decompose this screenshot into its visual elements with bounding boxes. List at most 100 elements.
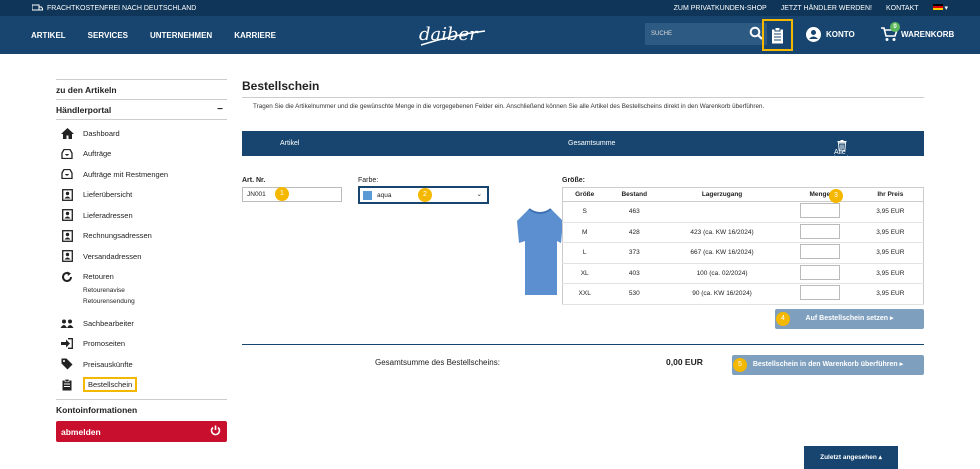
contact-card-icon <box>61 188 73 201</box>
color-value: aqua <box>377 192 392 200</box>
farbe-label: Farbe: <box>358 177 379 184</box>
col-groesse: Größe <box>562 187 607 202</box>
sidebar-item-rechnungsadressen[interactable]: Rechnungsadressen <box>56 226 227 247</box>
chevron-right-icon: ▸ <box>889 315 894 322</box>
quantity-input-xxl[interactable] <box>799 285 840 301</box>
sign-in-icon <box>61 338 73 350</box>
chevron-up-icon: ▴ <box>878 454 882 461</box>
table-row: XXL 530 90 (ca. KW 16/2024) 3,95 EUR <box>562 283 924 305</box>
main-navbar: ARTIKEL SERVICES UNTERNEHMEN KARRIERE da… <box>0 16 980 54</box>
back-to-articles-link[interactable]: zu den Artikeln <box>56 79 227 100</box>
art-nr-label: Art. Nr. <box>242 177 266 184</box>
search-icon[interactable] <box>749 26 763 40</box>
daiber-logo[interactable]: daiber <box>417 21 487 49</box>
collapse-icon[interactable]: − <box>217 104 223 115</box>
shipping-text: FRACHTKOSTENFREI NACH DEUTSCHLAND <box>47 4 197 12</box>
groesse-label: Größe: <box>562 177 585 184</box>
table-row: L 373 667 (ca. KW 16/2024) 3,95 EUR <box>562 242 924 264</box>
col-ihr-preis: Ihr Preis <box>857 187 924 202</box>
sidebar: zu den Artikeln Händlerportal − Dashboar… <box>56 79 227 442</box>
users-icon <box>60 319 74 328</box>
intro-text: Tragen Sie die Artikelnummer und die gew… <box>253 103 765 110</box>
nav-artikel[interactable]: ARTIKEL <box>31 31 66 40</box>
quantity-input-l[interactable] <box>799 244 840 260</box>
nav-services[interactable]: SERVICES <box>88 31 128 40</box>
chevron-down-icon: ▾ <box>944 5 948 12</box>
col-menge: Menge <box>781 187 858 202</box>
sidebar-subitem-retourenavise[interactable]: Retourenavise <box>56 287 227 298</box>
shipping-info: FRACHTKOSTENFREI NACH DEUTSCHLAND <box>32 4 196 12</box>
order-table-header: Artikel Gesamtsumme Alle löschen <box>242 131 924 163</box>
sidebar-item-lieferuebersicht[interactable]: Lieferübersicht <box>56 185 227 206</box>
search-input[interactable]: SUCHE <box>651 31 672 37</box>
color-swatch <box>363 191 372 200</box>
size-table: Größe Bestand Lagerzugang Menge Ihr Prei… <box>562 187 924 305</box>
search-box[interactable]: SUCHE <box>645 23 767 45</box>
user-icon <box>806 27 821 42</box>
language-selector[interactable]: ▾ <box>932 4 948 12</box>
account-label: KONTO <box>826 30 855 39</box>
article-number-input[interactable]: JN001 <box>242 187 342 202</box>
sidebar-item-restmengen[interactable]: Aufträge mit Restmengen <box>56 164 227 185</box>
size-table-header-row: Größe Bestand Lagerzugang Menge Ihr Prei… <box>562 187 924 202</box>
sidebar-item-versandadressen[interactable]: Versandadressen <box>56 246 227 267</box>
account-link[interactable]: KONTO <box>806 27 855 42</box>
quantity-input-s[interactable] <box>799 203 840 219</box>
haendlerportal-heading[interactable]: Händlerportal − <box>56 100 227 120</box>
quantity-input-xl[interactable] <box>799 264 840 280</box>
total-label: Gesamtsumme des Bestellscheins: <box>375 358 500 367</box>
step-2-badge: 2 <box>418 188 432 202</box>
logout-button[interactable]: abmelden <box>56 421 227 442</box>
kontoinformationen-heading[interactable]: Kontoinformationen <box>56 399 227 421</box>
privatkunden-link[interactable]: ZUM PRIVATKUNDEN-SHOP <box>674 5 767 12</box>
clear-all-button[interactable]: Alle löschen <box>834 140 858 163</box>
top-bar: FRACHTKOSTENFREI NACH DEUTSCHLAND ZUM PR… <box>0 0 980 16</box>
step-4-badge: 4 <box>776 312 790 326</box>
sidebar-item-lieferadressen[interactable]: Lieferadressen <box>56 205 227 226</box>
tag-icon <box>61 358 73 370</box>
sidebar-item-sachbearbeiter[interactable]: Sachbearbeiter <box>56 313 227 334</box>
truck-icon <box>32 4 43 11</box>
inbox-icon <box>61 148 73 159</box>
nav-karriere[interactable]: KARRIERE <box>234 31 276 40</box>
inbox-icon <box>61 169 73 180</box>
quantity-input-m[interactable] <box>799 223 840 239</box>
col-lagerzugang: Lagerzugang <box>662 187 782 202</box>
haendler-werden-link[interactable]: JETZT HÄNDLER WERDEN! <box>781 5 872 12</box>
table-row: XL 403 100 (ca. 02/2024) 3,95 EUR <box>562 263 924 284</box>
sidebar-subitem-retourensendung[interactable]: Retourensendung <box>56 298 227 309</box>
contact-card-icon <box>61 229 73 242</box>
nav-unternehmen[interactable]: UNTERNEHMEN <box>150 31 212 40</box>
sidebar-item-preisauskuenfte[interactable]: Preisauskünfte <box>56 354 227 375</box>
tshirt-product-image <box>517 208 563 295</box>
recently-viewed-tab[interactable]: Zuletzt angesehen ▴ <box>804 446 898 469</box>
home-icon <box>60 127 74 139</box>
return-icon <box>62 271 72 282</box>
contact-card-icon <box>61 209 73 222</box>
main-content: Bestellschein Tragen Sie die Artikelnumm… <box>242 79 924 375</box>
sidebar-item-bestellschein[interactable]: Bestellschein <box>56 375 227 396</box>
transfer-to-cart-button[interactable]: Bestellschein in den Warenkorb überführe… <box>732 355 924 375</box>
chevron-right-icon: ▸ <box>899 361 904 368</box>
power-icon <box>210 425 221 436</box>
sidebar-item-retouren[interactable]: Retouren <box>56 267 227 288</box>
sidebar-item-auftraege[interactable]: Aufträge <box>56 144 227 165</box>
total-value: 0,00 EUR <box>666 357 703 367</box>
totals-divider <box>242 344 924 345</box>
cart-link[interactable]: 0 WARENKORB <box>881 22 954 42</box>
step-5-badge: 5 <box>733 358 747 372</box>
logout-label: abmelden <box>61 427 101 437</box>
step-3-badge: 3 <box>829 189 843 203</box>
table-row: M 428 423 (ca. KW 16/2024) 3,95 EUR <box>562 222 924 243</box>
clipboard-icon <box>772 26 783 43</box>
kontakt-link[interactable]: KONTAKT <box>886 5 919 12</box>
header-artikel: Artikel <box>280 140 300 147</box>
order-form-button[interactable] <box>762 19 793 51</box>
haendlerportal-label: Händlerportal <box>56 105 112 115</box>
sidebar-item-dashboard[interactable]: Dashboard <box>56 123 227 144</box>
sidebar-item-promoseiten[interactable]: Promoseiten <box>56 334 227 355</box>
chevron-down-icon: ⌄ <box>476 191 482 198</box>
add-to-order-form-button[interactable]: Auf Bestellschein setzen ▸ <box>775 309 924 329</box>
col-bestand: Bestand <box>606 187 663 202</box>
logo-text: daiber <box>419 24 479 45</box>
